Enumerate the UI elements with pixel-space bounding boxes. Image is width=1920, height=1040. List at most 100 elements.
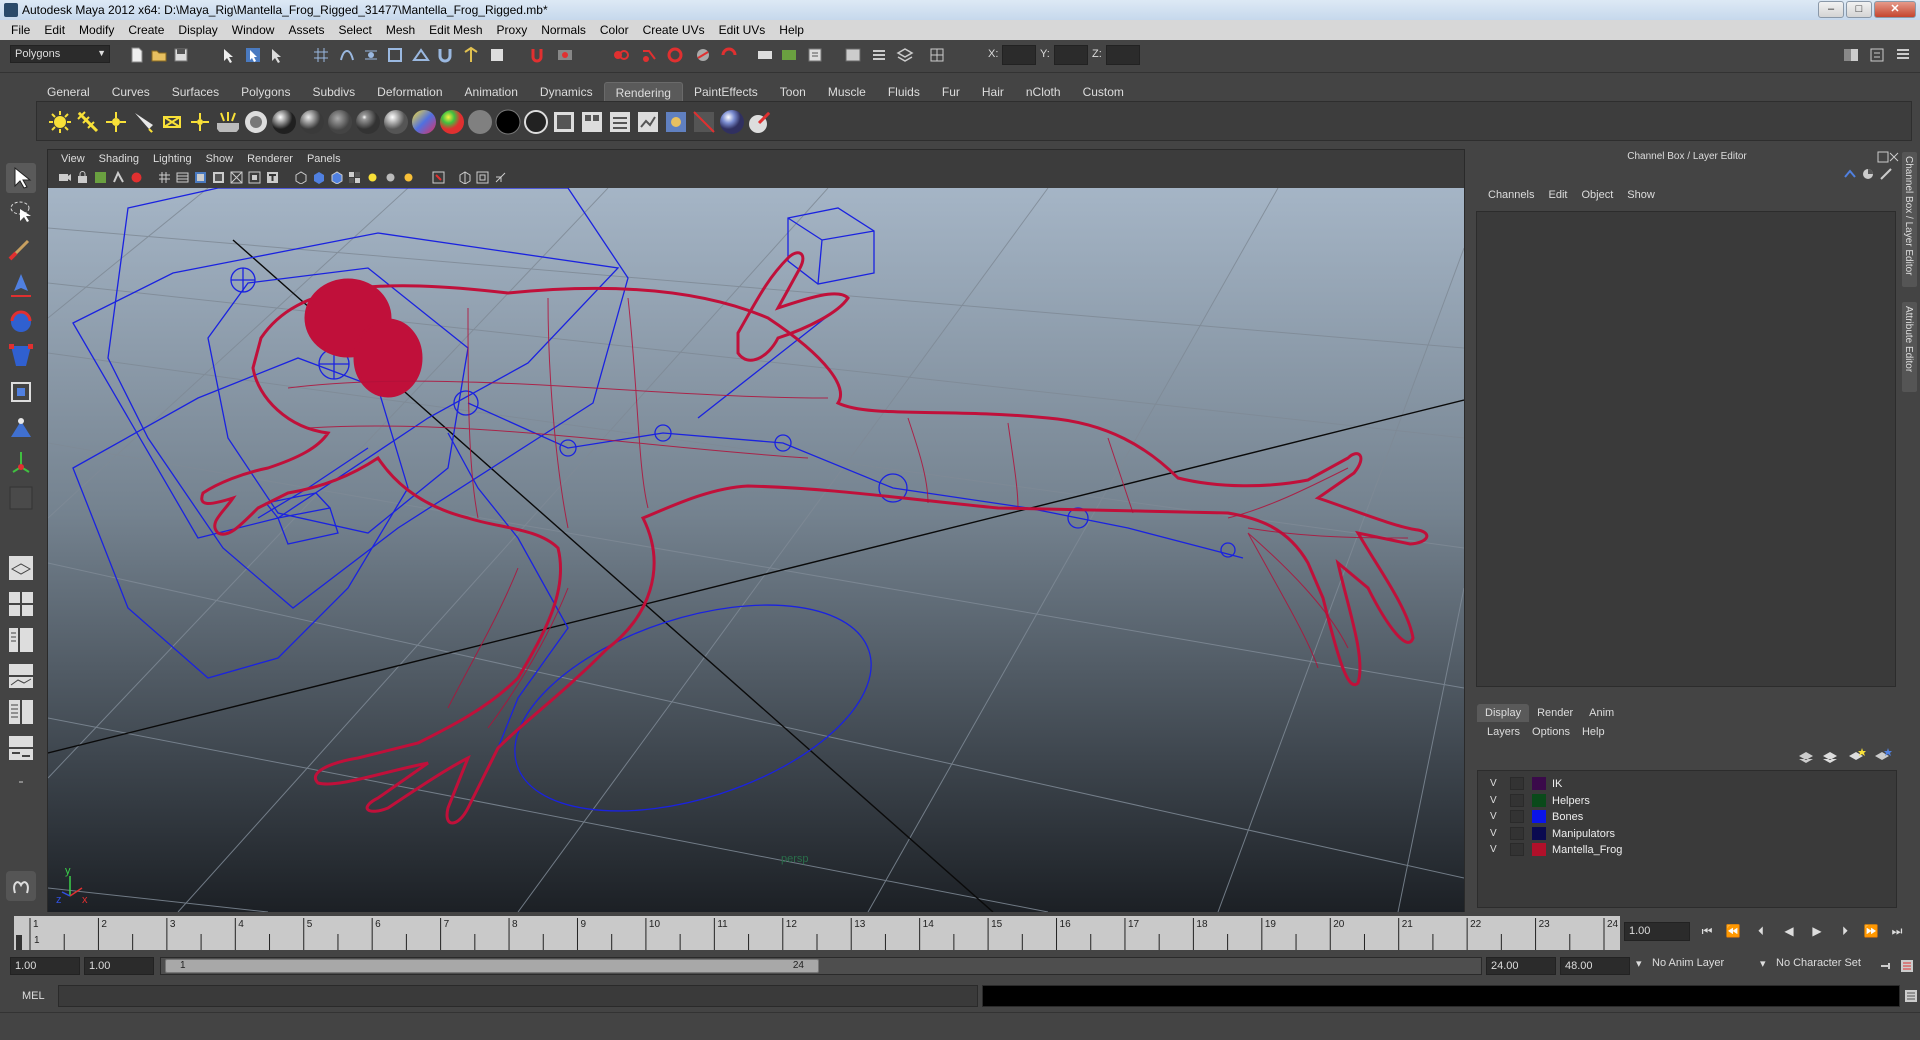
playback-start-field[interactable]: 1.00 <box>84 957 154 975</box>
channel-box-menu-show[interactable]: Show <box>1620 189 1662 207</box>
tool-settings-icon[interactable] <box>844 46 862 64</box>
shelf-tab-rendering[interactable]: Rendering <box>603 82 683 101</box>
area-light-icon[interactable] <box>159 109 185 135</box>
layer-name[interactable]: Helpers <box>1552 795 1590 807</box>
command-input[interactable] <box>58 985 978 1007</box>
menu-window[interactable]: Window <box>225 23 282 37</box>
go-to-start-icon[interactable]: ⏮ <box>1698 924 1716 940</box>
layered-shader-icon[interactable] <box>523 109 549 135</box>
layer-name[interactable]: Mantella_Frog <box>1552 844 1622 856</box>
snap-view-plane-icon[interactable] <box>386 46 404 64</box>
shadows-icon[interactable] <box>384 171 397 184</box>
snap-magnet-icon[interactable] <box>436 46 454 64</box>
field-chart-icon[interactable] <box>230 171 243 184</box>
step-forward-key-icon[interactable]: ⏩ <box>1862 924 1880 940</box>
select-tool-icon[interactable] <box>6 163 36 193</box>
new-layer-empty-icon[interactable] <box>1797 748 1815 764</box>
render-settings-icon[interactable] <box>666 46 684 64</box>
single-perspective-layout-icon[interactable] <box>6 553 36 583</box>
resolution-gate-icon[interactable] <box>194 171 207 184</box>
lights-editor-icon[interactable] <box>215 109 241 135</box>
rotate-tool-icon[interactable] <box>6 307 36 337</box>
current-time-marker[interactable] <box>16 935 22 950</box>
history-icon[interactable] <box>462 46 480 64</box>
menu-edit-mesh[interactable]: Edit Mesh <box>422 23 489 37</box>
menu-edit[interactable]: Edit <box>37 23 72 37</box>
batch-render-icon[interactable] <box>579 109 605 135</box>
lasso-tool-icon[interactable] <box>6 197 36 227</box>
channel-box-toggle-icon[interactable] <box>870 46 888 64</box>
ambient-occlusion-icon[interactable] <box>402 171 415 184</box>
save-scene-icon[interactable] <box>172 46 190 64</box>
new-layer-star-icon[interactable] <box>1847 746 1867 764</box>
use-background-shader-icon[interactable] <box>495 109 521 135</box>
channel-box-menu-object[interactable]: Object <box>1574 189 1620 207</box>
layer-menu-layers[interactable]: Layers <box>1481 726 1526 738</box>
perspective-viewport[interactable]: y x z <box>48 188 1464 912</box>
viewport-menu-show[interactable]: Show <box>199 153 241 165</box>
new-scene-icon[interactable] <box>128 46 146 64</box>
shelf-tab-general[interactable]: General <box>36 82 101 101</box>
side-tab-channel-box[interactable]: Channel Box / Layer Editor <box>1902 152 1917 287</box>
universal-manipulator-icon[interactable] <box>6 377 36 407</box>
layer-color-swatch[interactable] <box>1532 793 1546 807</box>
play-forwards-icon[interactable]: ▶ <box>1808 924 1826 940</box>
layer-tab-render[interactable]: Render <box>1529 704 1581 722</box>
menu-mesh[interactable]: Mesh <box>379 23 422 37</box>
play-backwards-icon[interactable]: ◀ <box>1780 924 1798 940</box>
grid-toggle-icon[interactable] <box>158 171 171 184</box>
film-gate-icon[interactable] <box>176 171 189 184</box>
menu-assets[interactable]: Assets <box>281 23 331 37</box>
channel-box-menu-channels[interactable]: Channels <box>1481 189 1541 207</box>
layer-row[interactable]: V IK <box>1478 775 1896 793</box>
close-button[interactable]: ✕ <box>1874 1 1916 18</box>
ambient-light-icon[interactable] <box>47 109 73 135</box>
go-to-end-icon[interactable]: ⏭ <box>1888 924 1906 940</box>
volume-light-icon[interactable] <box>187 109 213 135</box>
script-editor-icon[interactable] <box>1904 989 1918 1003</box>
open-scene-icon[interactable] <box>150 46 168 64</box>
layer-visibility-toggle[interactable]: V <box>1490 811 1497 822</box>
selection-mask-icon[interactable] <box>780 46 798 64</box>
menu-help[interactable]: Help <box>772 23 811 37</box>
y-coord-field[interactable] <box>1054 45 1088 65</box>
viewport-menu-panels[interactable]: Panels <box>300 153 348 165</box>
time-ruler[interactable]: 1 2 3 4 5 6 7 8 9 10 11 12 13 14 15 16 17 18 19 20 21 22 23 24 … <box>14 916 1620 950</box>
layer-tab-display[interactable]: Display <box>1477 704 1530 722</box>
perspective-trax-layout-icon[interactable] <box>6 733 36 763</box>
layer-color-swatch[interactable] <box>1532 843 1546 856</box>
spot-light-icon[interactable] <box>131 109 157 135</box>
animation-start-field[interactable]: 1.00 <box>10 957 80 975</box>
layer-playback-toggle[interactable] <box>1510 793 1524 807</box>
layer-row[interactable]: V Mantella_Frog <box>1478 841 1896 859</box>
layer-color-swatch[interactable] <box>1532 826 1546 840</box>
anim-layer-select[interactable]: No Anim Layer <box>1652 957 1724 969</box>
shelf-tab-hair[interactable]: Hair <box>971 82 1015 101</box>
shelf-tab-curves[interactable]: Curves <box>101 82 161 101</box>
animation-preferences-icon[interactable] <box>1900 959 1914 973</box>
animation-end-field[interactable]: 48.00 <box>1560 957 1630 975</box>
snap-surface-icon[interactable] <box>412 46 430 64</box>
snap-curve-icon[interactable] <box>338 46 356 64</box>
input-line-icon[interactable] <box>756 46 774 64</box>
menu-normals[interactable]: Normals <box>534 23 593 37</box>
layer-name[interactable]: IK <box>1552 778 1562 790</box>
step-back-frame-icon[interactable]: ⏴ <box>1752 924 1770 940</box>
shelf-tab-fluids[interactable]: Fluids <box>877 82 931 101</box>
layer-color-swatch[interactable] <box>1532 810 1546 823</box>
range-slider-handle[interactable]: 1 24 <box>165 959 819 973</box>
layer-playback-toggle[interactable] <box>1510 843 1524 856</box>
ipr-render-icon[interactable] <box>640 46 658 64</box>
lambert-shader-icon[interactable] <box>327 109 353 135</box>
soft-modification-icon[interactable] <box>6 413 36 443</box>
show-tool-settings-icon[interactable] <box>1868 46 1886 64</box>
xray-joints-icon[interactable] <box>476 171 489 184</box>
surface-shader-icon[interactable] <box>467 109 493 135</box>
layer-color-swatch[interactable] <box>1532 777 1546 790</box>
smooth-shading-icon[interactable] <box>312 171 325 184</box>
channel-box-pencil-icon[interactable] <box>1879 167 1893 181</box>
shelf-tab-deformation[interactable]: Deformation <box>366 82 453 101</box>
show-manipulator-icon[interactable] <box>6 447 36 477</box>
layer-visibility-toggle[interactable]: V <box>1490 778 1497 789</box>
create-render-node-icon[interactable] <box>551 109 577 135</box>
